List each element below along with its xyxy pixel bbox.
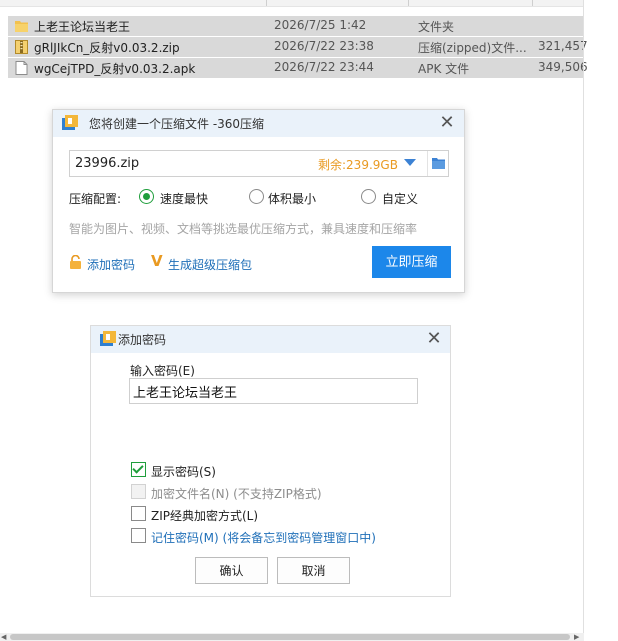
file-name: 上老王论坛当老王 [34, 20, 131, 34]
radio-speed-fastest[interactable] [139, 189, 154, 204]
checkbox-label: 显示密码(S) [151, 465, 216, 479]
column-separator[interactable] [266, 0, 267, 6]
file-date: 2026/7/22 23:44 [274, 60, 374, 74]
column-separator[interactable] [408, 0, 409, 6]
compress-hint-text: 智能为图片、视频、文档等挑选最优压缩方式，兼具速度和压缩率 [69, 222, 418, 236]
vip-v-icon: V [151, 252, 163, 270]
file-icon [15, 61, 28, 75]
confirm-button[interactable]: 确认 [195, 557, 268, 584]
cancel-button[interactable]: 取消 [277, 557, 350, 584]
window-edge [583, 0, 584, 633]
super-pack-link[interactable]: 生成超级压缩包 [168, 256, 252, 273]
checkbox-label: 记住密码(M) (将会备忘到密码管理窗口中) [151, 531, 376, 545]
zip-file-icon [15, 40, 28, 54]
file-date: 2026/7/22 23:38 [274, 39, 374, 53]
close-icon[interactable]: ✕ [437, 113, 457, 133]
dialog-title: 您将创建一个压缩文件 -360压缩 [89, 117, 265, 131]
password-input-label: 输入密码(E) [130, 364, 195, 378]
compress-config-label: 压缩配置: [69, 192, 122, 206]
password-input[interactable] [129, 378, 418, 404]
file-row[interactable]: 上老王论坛当老王 2026/7/25 1:42 文件夹 [8, 16, 584, 36]
show-password-checkbox[interactable] [131, 462, 146, 477]
column-separator[interactable] [532, 0, 533, 6]
output-path-field: 剩余:239.9GB [69, 150, 449, 177]
dialog-titlebar[interactable]: 添加密码 ✕ [91, 326, 450, 353]
browse-folder-button[interactable] [427, 151, 449, 176]
radio-label: 速度最快 [160, 192, 209, 206]
radio-label: 体积最小 [268, 192, 317, 206]
360zip-app-icon [62, 115, 78, 130]
compress-dialog: 您将创建一个压缩文件 -360压缩 ✕ 剩余:239.9GB 压缩配置: 速度最… [52, 109, 465, 293]
output-filename-input[interactable] [70, 151, 305, 176]
radio-label: 自定义 [382, 192, 419, 206]
column-header-strip[interactable] [0, 0, 584, 7]
remaining-space: 剩余:239.9GB [318, 158, 398, 172]
dialog-titlebar[interactable]: 您将创建一个压缩文件 -360压缩 ✕ [53, 110, 464, 137]
file-row[interactable]: wgCejTPD_反射v0.03.2.apk 2026/7/22 23:44 A… [8, 58, 588, 78]
file-date: 2026/7/25 1:42 [274, 18, 367, 32]
scrollbar-thumb[interactable] [10, 634, 570, 640]
file-type: APK 文件 [418, 62, 470, 76]
lock-icon [70, 255, 81, 269]
radio-smallest-size[interactable] [249, 189, 264, 204]
file-type: 文件夹 [418, 20, 455, 34]
dialog-title: 添加密码 [118, 333, 167, 347]
file-name: gRlJIkCn_反射v0.03.2.zip [34, 41, 180, 55]
remember-password-checkbox[interactable] [131, 528, 146, 543]
close-icon[interactable]: ✕ [424, 329, 444, 349]
checkbox-label: 加密文件名(N) (不支持ZIP格式) [151, 487, 322, 501]
file-name: wgCejTPD_反射v0.03.2.apk [34, 62, 196, 76]
file-size: 321,457 [538, 39, 588, 53]
chevron-down-icon[interactable] [404, 159, 416, 166]
scroll-left-icon[interactable]: ◀ [1, 633, 6, 641]
file-size: 349,506 [538, 60, 588, 74]
file-type: 压缩(zipped)文件... [418, 41, 527, 55]
zip-classic-encryption-checkbox[interactable] [131, 506, 146, 521]
radio-custom[interactable] [361, 189, 376, 204]
horizontal-scrollbar[interactable]: ◀ ▶ [0, 633, 584, 641]
scroll-right-icon[interactable]: ▶ [574, 633, 579, 641]
folder-icon [432, 158, 445, 169]
add-password-link[interactable]: 添加密码 [87, 256, 135, 273]
encrypt-filenames-checkbox[interactable] [131, 484, 146, 499]
folder-icon [15, 21, 28, 32]
compress-now-button[interactable]: 立即压缩 [372, 246, 451, 278]
checkbox-label: ZIP经典加密方式(L) [151, 509, 259, 523]
file-row[interactable]: gRlJIkCn_反射v0.03.2.zip 2026/7/22 23:38 压… [8, 37, 588, 57]
file-list: 上老王论坛当老王 2026/7/25 1:42 文件夹 gRlJIkCn_反射v… [0, 0, 588, 80]
password-dialog: 添加密码 ✕ 输入密码(E) 显示密码(S) 加密文件名(N) (不支持ZIP格… [90, 325, 451, 597]
360zip-app-icon [100, 331, 116, 346]
